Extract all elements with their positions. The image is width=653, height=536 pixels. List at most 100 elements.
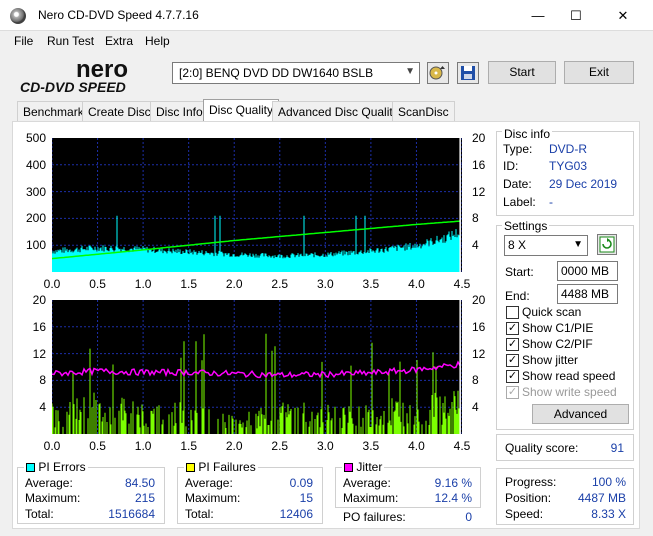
y-right-tick: 16 [472,319,486,334]
progress-value: 100 % [591,475,626,489]
jitter-max-label: Maximum: [343,491,399,505]
start-input[interactable]: 0000 MB [557,261,618,281]
x-tick: 0.5 [89,277,106,291]
end-input[interactable]: 4488 MB [557,284,618,304]
disc-label-value: - [549,195,553,209]
jitter-title: Jitter [356,460,383,474]
start-label: Start: [505,265,534,279]
disc-info-title: Disc info [502,127,553,141]
x-tick: 3.0 [316,277,334,291]
pi-errors-title: PI Errors [38,460,86,474]
app-disc-icon [10,8,26,24]
chevron-down-icon: ▼ [573,239,583,250]
jitter-swatch [344,463,353,472]
pi-errors-bars [52,215,461,272]
y-right-tick: 12 [472,346,486,361]
menu-help[interactable]: Help [145,34,170,48]
x-tick: 2.5 [271,439,289,453]
menu-extra[interactable]: Extra [105,34,133,48]
pi-errors-avg-label: Average: [25,476,73,490]
x-tick: 0.5 [89,439,106,453]
progress-label: Progress: [505,475,557,489]
y-right-tick: 8 [472,373,479,388]
y-left-tick: 16 [32,319,46,334]
end-label: End: [505,289,530,303]
pi-errors-chart [52,138,462,272]
speed-select-value: 8 X [508,238,527,252]
disc-id-value: TYG03 [549,159,588,173]
x-tick: 1.0 [134,277,152,291]
pi-failures-max: 15 [299,491,313,505]
start-button[interactable]: Start [488,61,556,84]
jitter-avg: 9.16 % [434,476,472,490]
x-tick: 2.5 [271,277,289,291]
advanced-button[interactable]: Advanced [532,404,629,424]
window-title: Nero CD-DVD Speed 4.7.7.16 [38,8,199,22]
checkbox-show-jitter[interactable]: ✓ [506,354,519,367]
pi-errors-total: 1516684 [108,507,155,521]
y-right-tick: 20 [472,131,486,145]
nero-cd-dvd-speed-logo: nero CD-DVD SPEED [20,56,128,94]
checkbox-label: Quick scan [522,305,582,319]
exit-button[interactable]: Exit [564,61,634,84]
menu-file[interactable]: File [14,34,33,48]
disc-type-label: Type: [503,142,533,156]
chevron-down-icon: ▼ [405,66,415,77]
refresh-speed-button[interactable] [597,234,617,255]
maximize-button[interactable]: ☐ [553,0,599,31]
title-bar: Nero CD-DVD Speed 4.7.7.16 — ☐ ✕ [0,0,653,31]
pi-errors-max-label: Maximum: [25,491,81,505]
x-tick: 1.5 [180,439,197,453]
close-button[interactable]: ✕ [600,0,646,31]
save-button[interactable] [457,62,479,84]
disc-date-value: 29 Dec 2019 [549,177,618,191]
disc-label-label: Label: [503,195,536,209]
pi-failures-title-wrap: PI Failures [184,460,258,474]
checkbox-quick-scan[interactable] [506,306,519,319]
menu-run-test[interactable]: Run Test [47,34,94,48]
tab-disc-info[interactable]: Disc Info [150,101,209,121]
y-right-tick: 4 [472,238,479,253]
y-left-tick: 12 [32,346,46,361]
drive-select[interactable]: [2:0] BENQ DVD DD DW1640 BSLB ▼ [172,62,420,84]
tab-disc-quality[interactable]: Disc Quality [203,99,280,122]
eject-button[interactable] [427,62,449,84]
pi-failures-title: PI Failures [198,460,256,474]
checkbox-label: Show C1/PIE [522,321,594,335]
x-tick: 2.0 [225,439,243,453]
x-tick: 0.0 [43,277,61,291]
checkbox-show-read-speed[interactable]: ✓ [506,370,519,383]
pi-failures-total-label: Total: [185,507,214,521]
y-left-tick: 4 [39,400,46,415]
x-tick: 0.0 [43,439,61,453]
quality-score-label: Quality score: [505,441,579,455]
position-label: Position: [505,491,552,505]
speed-select[interactable]: 8 X ▼ [504,235,588,256]
disc-id-label: ID: [503,159,519,173]
y-left-tick: 20 [32,293,46,307]
checkbox-show-write-speed: ✓ [506,386,519,399]
pi-errors-swatch [26,463,35,472]
y-left-tick: 200 [25,211,46,226]
checkbox-label: Show jitter [522,353,579,367]
tab-benchmark[interactable]: Benchmark [17,101,90,121]
tab-scandisc[interactable]: ScanDisc [392,101,455,121]
speed-value: 8.33 X [591,507,626,521]
pi-failures-swatch [186,463,195,472]
y-right-tick: 16 [472,157,486,172]
quality-score-value: 91 [610,441,624,455]
x-tick: 1.5 [180,277,197,291]
x-tick: 3.0 [316,439,334,453]
jitter-title-wrap: Jitter [342,460,385,474]
floppy-save-icon [461,66,475,80]
tab-create-disc[interactable]: Create Disc [82,101,157,121]
pi-failures-bars [52,333,461,434]
tab-advanced-disc-quality[interactable]: Advanced Disc Quality [272,101,405,121]
disc-type-value: DVD-R [549,142,587,156]
x-tick: 3.5 [362,439,380,453]
y-left-tick: 500 [25,131,46,145]
checkbox-show-c1-pie[interactable]: ✓ [506,322,519,335]
checkbox-label: Show read speed [522,369,616,383]
checkbox-label: Show C2/PIF [522,337,593,351]
checkbox-show-c2-pif[interactable]: ✓ [506,338,519,351]
